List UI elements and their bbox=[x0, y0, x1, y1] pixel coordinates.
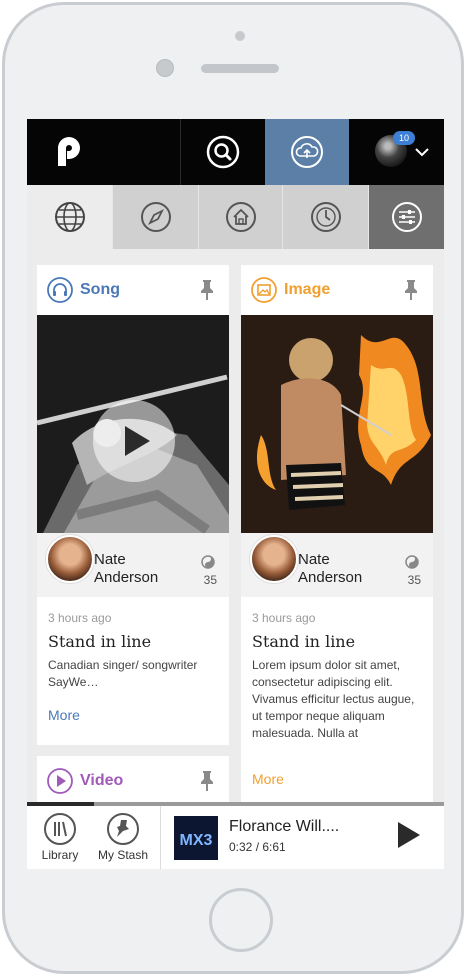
pin-icon[interactable] bbox=[403, 279, 419, 301]
song-cover-image[interactable] bbox=[37, 315, 229, 545]
library-label: Library bbox=[41, 848, 79, 862]
reaction-icon bbox=[201, 555, 215, 569]
author-name: Nate Anderson bbox=[298, 551, 363, 586]
play-icon[interactable] bbox=[394, 820, 422, 850]
section-nav bbox=[27, 185, 444, 249]
home-icon bbox=[225, 202, 256, 232]
post-image[interactable] bbox=[241, 315, 433, 545]
card-author[interactable]: Nate Anderson 35 bbox=[37, 533, 229, 597]
post-description: Lorem ipsum dolor sit amet, consectetur … bbox=[252, 658, 415, 740]
feed-card-song[interactable]: Song Nate Anderson 35 3 hours ago Stand … bbox=[37, 265, 229, 745]
nav-tab-explore[interactable] bbox=[113, 185, 199, 249]
playback-progress[interactable] bbox=[27, 802, 444, 806]
album-art-text: MX3 bbox=[180, 832, 213, 849]
library-icon bbox=[44, 813, 76, 845]
notification-badge: 10 bbox=[393, 131, 415, 145]
player-divider bbox=[160, 806, 161, 869]
upload-button[interactable] bbox=[265, 119, 349, 185]
more-link[interactable]: More bbox=[48, 707, 80, 723]
nav-tab-history[interactable] bbox=[283, 185, 369, 249]
card-header: Video bbox=[37, 756, 229, 806]
nav-tab-global[interactable] bbox=[27, 185, 113, 249]
library-button[interactable]: Library bbox=[35, 806, 85, 869]
chevron-down-icon bbox=[415, 148, 429, 157]
cloud-upload-icon bbox=[291, 136, 323, 168]
compass-icon bbox=[140, 202, 171, 232]
player-bar: Library My Stash MX3 Florance Will.... 0… bbox=[27, 802, 444, 869]
reaction-count: 35 bbox=[407, 573, 421, 587]
post-title[interactable]: Stand in line bbox=[252, 632, 355, 651]
reaction-count: 35 bbox=[203, 573, 217, 587]
more-link[interactable]: More bbox=[252, 771, 284, 787]
card-author[interactable]: Nate Anderson 35 bbox=[241, 533, 433, 597]
author-avatar bbox=[250, 535, 298, 583]
top-bar: 10 bbox=[27, 119, 444, 185]
card-header: Song bbox=[37, 265, 229, 315]
app-logo[interactable] bbox=[27, 119, 180, 185]
front-camera bbox=[156, 59, 174, 77]
filter-settings-icon bbox=[391, 202, 422, 232]
app-screen: 10 Song Nate Anderson 35 3 hours ago Sta… bbox=[27, 119, 444, 869]
home-button[interactable] bbox=[209, 888, 273, 952]
feed-card-image[interactable]: Image Nate Anderson 35 3 hours ago Stand… bbox=[241, 265, 433, 802]
nav-tab-filters[interactable] bbox=[369, 185, 444, 249]
post-time: 3 hours ago bbox=[48, 611, 112, 625]
post-description: Canadian singer/ songwriter SayWe… bbox=[48, 658, 198, 689]
card-header: Image bbox=[241, 265, 433, 315]
post-time: 3 hours ago bbox=[252, 611, 316, 625]
headphones-icon bbox=[47, 277, 73, 303]
play-overlay-icon[interactable] bbox=[92, 399, 176, 483]
video-play-icon bbox=[47, 768, 73, 794]
search-icon bbox=[206, 135, 240, 169]
author-avatar bbox=[46, 535, 94, 583]
track-time: 0:32 / 6:61 bbox=[229, 840, 286, 854]
pin-icon[interactable] bbox=[199, 770, 215, 792]
card-type-label: Song bbox=[80, 281, 120, 298]
pin-circle-icon bbox=[107, 813, 139, 845]
search-button[interactable] bbox=[180, 119, 266, 185]
front-sensor bbox=[235, 31, 245, 41]
author-name: Nate Anderson bbox=[94, 551, 159, 586]
globe-icon bbox=[54, 202, 85, 232]
album-art-logo: MX3 bbox=[174, 816, 218, 860]
user-menu[interactable]: 10 bbox=[349, 119, 444, 185]
nav-tab-home[interactable] bbox=[199, 185, 283, 249]
my-stash-label: My Stash bbox=[97, 848, 148, 862]
track-title[interactable]: Florance Will.... bbox=[229, 818, 339, 836]
my-stash-button[interactable]: My Stash bbox=[93, 806, 153, 869]
app-logo-icon bbox=[58, 137, 80, 166]
image-icon bbox=[251, 277, 277, 303]
album-art[interactable]: MX3 bbox=[174, 816, 218, 860]
clock-icon bbox=[310, 202, 341, 232]
earpiece-speaker bbox=[201, 64, 279, 73]
fire-dancer-photo bbox=[241, 315, 433, 545]
reaction-icon bbox=[405, 555, 419, 569]
card-type-label: Image bbox=[284, 281, 331, 298]
card-type-label: Video bbox=[80, 772, 124, 789]
pin-icon[interactable] bbox=[199, 279, 215, 301]
post-title[interactable]: Stand in line bbox=[48, 632, 151, 651]
